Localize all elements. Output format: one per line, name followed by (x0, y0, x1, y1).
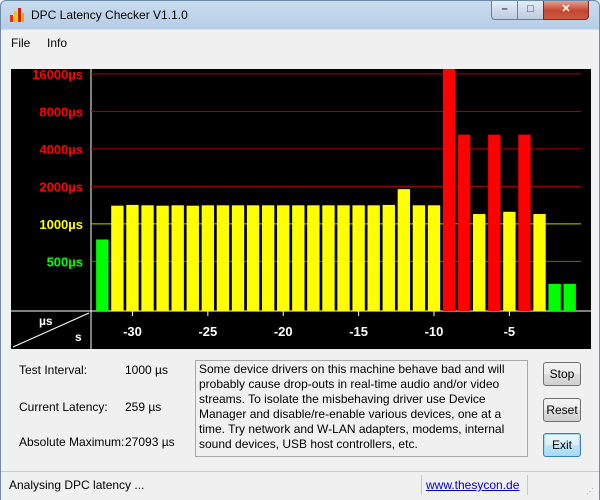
latency-bar (503, 211, 516, 311)
latency-bar (352, 205, 365, 311)
stop-button[interactable]: Stop (543, 362, 581, 386)
maximize-button[interactable]: □ (517, 1, 544, 20)
menu-info[interactable]: Info (47, 36, 67, 50)
x-tick-label: -25 (198, 324, 217, 339)
latency-bar (473, 214, 486, 311)
latency-bar (307, 205, 320, 311)
latency-bar (427, 205, 441, 311)
message-box: Some device drivers on this machine beha… (195, 360, 528, 457)
menu-file[interactable]: File (11, 36, 30, 50)
status-bar: Analysing DPC latency ... www.thesycon.d… (1, 471, 599, 500)
latency-bar (488, 134, 501, 311)
current-latency-label: Current Latency: (19, 400, 108, 414)
latency-bar (111, 205, 124, 311)
website-link[interactable]: www.thesycon.de (426, 478, 519, 492)
app-window: DPC Latency Checker V1.1.0 – □ ✕ File In… (0, 0, 600, 500)
latency-bar (518, 134, 531, 311)
latency-bar (382, 204, 395, 311)
latency-bar (563, 283, 576, 311)
close-button[interactable]: ✕ (543, 1, 589, 20)
x-tick-label: -5 (504, 324, 516, 339)
latency-chart: 16000µs 8000µs 4000µs 2000µs 1000µs 500µs -30 -… (11, 67, 591, 349)
latency-bar (533, 214, 546, 311)
y-tick-label: 4000µs (39, 142, 83, 157)
latency-bar (442, 69, 456, 311)
latency-bar (126, 204, 139, 311)
x-unit-label: s (75, 330, 82, 344)
y-unit-label: µs (39, 314, 53, 328)
y-tick-label: 16000µs (32, 67, 83, 82)
latency-bar (216, 205, 230, 311)
latency-bar (231, 205, 245, 311)
latency-bar (201, 205, 215, 311)
latency-bar (246, 205, 260, 311)
y-tick-label: 1000µs (39, 217, 83, 232)
y-tick-label: 2000µs (39, 179, 83, 194)
minimize-button[interactable]: – (491, 1, 518, 20)
title-bar[interactable]: DPC Latency Checker V1.1.0 – □ ✕ (1, 1, 599, 29)
x-tick-label: -15 (349, 324, 368, 339)
test-interval-label: Test Interval: (19, 363, 88, 377)
latency-bar (171, 205, 184, 311)
window-title: DPC Latency Checker V1.1.0 (31, 8, 188, 22)
latency-bar (96, 239, 109, 311)
status-text: Analysing DPC latency ... (9, 478, 145, 492)
absolute-maximum-value: 27093 µs (125, 435, 175, 449)
test-interval-value: 1000 µs (125, 363, 168, 377)
latency-bar (156, 205, 169, 311)
latency-bar (292, 205, 305, 311)
latency-bar (412, 205, 426, 311)
exit-button[interactable]: Exit (543, 433, 581, 457)
resize-grip-icon[interactable]: ⋰ (586, 487, 596, 497)
absolute-maximum-label: Absolute Maximum: (19, 435, 125, 449)
bar-chart-icon (10, 8, 24, 22)
latency-bar (548, 283, 561, 311)
x-tick-label: -10 (425, 324, 444, 339)
latency-bar (397, 189, 411, 311)
reset-button[interactable]: Reset (543, 398, 581, 422)
latency-bar (457, 134, 471, 311)
menu-bar: File Info (7, 32, 593, 54)
latency-bar (322, 205, 335, 311)
y-tick-label: 500µs (47, 254, 83, 269)
x-tick-label: -20 (274, 324, 293, 339)
latency-bar (337, 205, 350, 311)
latency-bar (186, 205, 199, 311)
current-latency-value: 259 µs (125, 400, 162, 414)
latency-bar (277, 205, 290, 311)
y-tick-label: 8000µs (39, 104, 83, 119)
status-separator (527, 475, 528, 495)
latency-bar (367, 205, 380, 311)
latency-bar (141, 205, 154, 311)
x-tick-label: -30 (123, 324, 142, 339)
latency-bar (261, 205, 275, 311)
status-separator (421, 475, 422, 495)
latency-chart-frame: 16000µs 8000µs 4000µs 2000µs 1000µs 500µs -30 -… (9, 57, 593, 351)
